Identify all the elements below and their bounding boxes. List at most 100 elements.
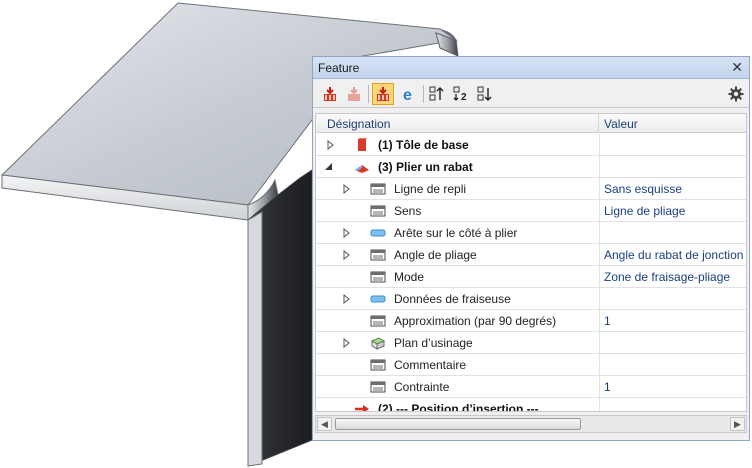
gear-icon bbox=[728, 86, 744, 102]
scrollbar-thumb[interactable] bbox=[335, 418, 581, 430]
property-icon bbox=[370, 380, 386, 394]
sort-numbered-button[interactable]: 2 bbox=[450, 83, 472, 105]
feature-insert-active-icon bbox=[377, 87, 389, 101]
column-header-valeur[interactable]: Valeur bbox=[600, 114, 746, 133]
feature-insert-disabled-icon bbox=[348, 87, 360, 101]
row-label: Angle de pliage bbox=[394, 248, 477, 262]
panel-title: Feature bbox=[318, 61, 360, 75]
table-row[interactable]: Commentaire bbox=[316, 354, 746, 376]
table-row[interactable]: (1) Tôle de base bbox=[316, 134, 746, 156]
row-label: Arête sur le côté à plier bbox=[394, 226, 518, 240]
e-icon: e bbox=[403, 87, 412, 102]
toolbar-separator bbox=[423, 85, 424, 103]
column-divider bbox=[599, 244, 600, 265]
column-divider bbox=[599, 134, 600, 155]
property-icon bbox=[370, 358, 386, 372]
row-label: Données de fraiseuse bbox=[394, 292, 511, 306]
row-value[interactable]: Zone de fraisage-pliage bbox=[604, 270, 730, 284]
svg-text:2: 2 bbox=[461, 92, 467, 102]
property-icon bbox=[370, 270, 386, 284]
column-divider bbox=[599, 266, 600, 287]
svg-text:e: e bbox=[403, 87, 412, 102]
table-row[interactable]: (3) Plier un rabat bbox=[316, 156, 746, 178]
row-label: Sens bbox=[394, 204, 422, 218]
column-divider bbox=[599, 156, 600, 177]
plane-icon bbox=[370, 336, 386, 350]
settings-button[interactable] bbox=[725, 83, 747, 105]
edge-icon bbox=[370, 292, 386, 306]
property-icon bbox=[370, 182, 386, 196]
column-header-designation[interactable]: Désignation bbox=[316, 114, 599, 133]
column-divider bbox=[599, 310, 600, 331]
table-row[interactable]: Mode Zone de fraisage-pliage bbox=[316, 266, 746, 288]
table-row[interactable]: Sens Ligne de pliage bbox=[316, 200, 746, 222]
feature-insert-button[interactable] bbox=[319, 83, 341, 105]
row-label: (1) Tôle de base bbox=[378, 138, 469, 152]
row-value[interactable]: 1 bbox=[604, 314, 611, 328]
row-value[interactable]: Sans esquisse bbox=[604, 182, 682, 196]
column-divider bbox=[599, 222, 600, 243]
panel-titlebar[interactable]: Feature ✕ bbox=[313, 57, 749, 79]
feature-tree-grid: Désignation Valeur (1) Tôle de base (3) P… bbox=[315, 113, 747, 412]
row-value[interactable]: Ligne de pliage bbox=[604, 204, 685, 218]
vertical-edge[interactable] bbox=[247, 211, 263, 467]
table-row[interactable]: Angle de pliage Angle du rabat de jonctio… bbox=[316, 244, 746, 266]
feature-insert-icon bbox=[324, 87, 336, 101]
column-divider bbox=[599, 288, 600, 309]
property-icon bbox=[370, 204, 386, 218]
row-label: (2) --- Position d’insertion --- bbox=[378, 402, 539, 412]
expand-toggle-icon[interactable] bbox=[326, 139, 336, 151]
sort-descending-icon bbox=[477, 86, 492, 101]
row-label: (3) Plier un rabat bbox=[378, 160, 473, 174]
back-bend-strip[interactable] bbox=[435, 32, 459, 57]
feature-panel: Feature ✕ e 2 Désignation Valeur (1) Tôl… bbox=[312, 56, 750, 441]
sort-descending-button[interactable] bbox=[474, 83, 496, 105]
row-label: Commentaire bbox=[394, 358, 467, 372]
row-value[interactable]: Angle du rabat de jonction bbox=[604, 248, 743, 262]
row-label: Mode bbox=[394, 270, 425, 284]
column-divider bbox=[599, 332, 600, 353]
expand-toggle-icon[interactable] bbox=[342, 337, 352, 349]
toolbar-separator bbox=[368, 85, 369, 103]
feature-insert-disabled-button[interactable] bbox=[343, 83, 365, 105]
edge-icon bbox=[370, 226, 386, 240]
row-label: Contrainte bbox=[394, 380, 450, 394]
table-row[interactable]: Contrainte 1 bbox=[316, 376, 746, 398]
table-row[interactable]: (2) --- Position d’insertion --- bbox=[316, 398, 746, 412]
expand-toggle-icon[interactable] bbox=[342, 293, 352, 305]
sort-ascending-icon bbox=[429, 86, 444, 101]
column-divider bbox=[599, 178, 600, 199]
row-label: Approximation (par 90 degrés) bbox=[394, 314, 557, 328]
row-value[interactable]: 1 bbox=[604, 380, 611, 394]
property-icon bbox=[370, 314, 386, 328]
expand-toggle-icon[interactable] bbox=[342, 227, 352, 239]
table-row[interactable]: Plan d’usinage bbox=[316, 332, 746, 354]
row-label: Plan d’usinage bbox=[394, 336, 473, 350]
expand-toggle-icon[interactable] bbox=[342, 183, 352, 195]
red-arrow-icon bbox=[354, 402, 370, 411]
column-divider bbox=[599, 398, 600, 411]
e-button[interactable]: e bbox=[398, 83, 420, 105]
sheet-metal-icon bbox=[354, 138, 370, 152]
horizontal-scrollbar[interactable]: ◀ ▶ bbox=[315, 415, 747, 433]
feature-insert-active-button[interactable] bbox=[372, 83, 394, 105]
table-row[interactable]: Arête sur le côté à plier bbox=[316, 222, 746, 244]
close-icon[interactable]: ✕ bbox=[731, 59, 743, 76]
row-label: Ligne de repli bbox=[394, 182, 467, 196]
table-row[interactable]: Ligne de repli Sans esquisse bbox=[316, 178, 746, 200]
grid-header: Désignation Valeur bbox=[316, 114, 746, 133]
table-row[interactable]: Approximation (par 90 degrés) 1 bbox=[316, 310, 746, 332]
toolbar: e 2 bbox=[313, 80, 749, 108]
column-divider bbox=[599, 354, 600, 375]
column-divider bbox=[599, 376, 600, 397]
expand-toggle-icon[interactable] bbox=[342, 249, 352, 261]
scroll-right-button[interactable]: ▶ bbox=[730, 417, 745, 431]
table-row[interactable]: Données de fraiseuse bbox=[316, 288, 746, 310]
scroll-left-button[interactable]: ◀ bbox=[317, 417, 332, 431]
collapse-toggle-icon[interactable] bbox=[324, 161, 334, 171]
column-divider bbox=[599, 200, 600, 221]
sort-numbered-icon: 2 bbox=[453, 86, 467, 102]
flange-icon bbox=[354, 160, 370, 174]
property-icon bbox=[370, 248, 386, 262]
sort-ascending-button[interactable] bbox=[426, 83, 448, 105]
